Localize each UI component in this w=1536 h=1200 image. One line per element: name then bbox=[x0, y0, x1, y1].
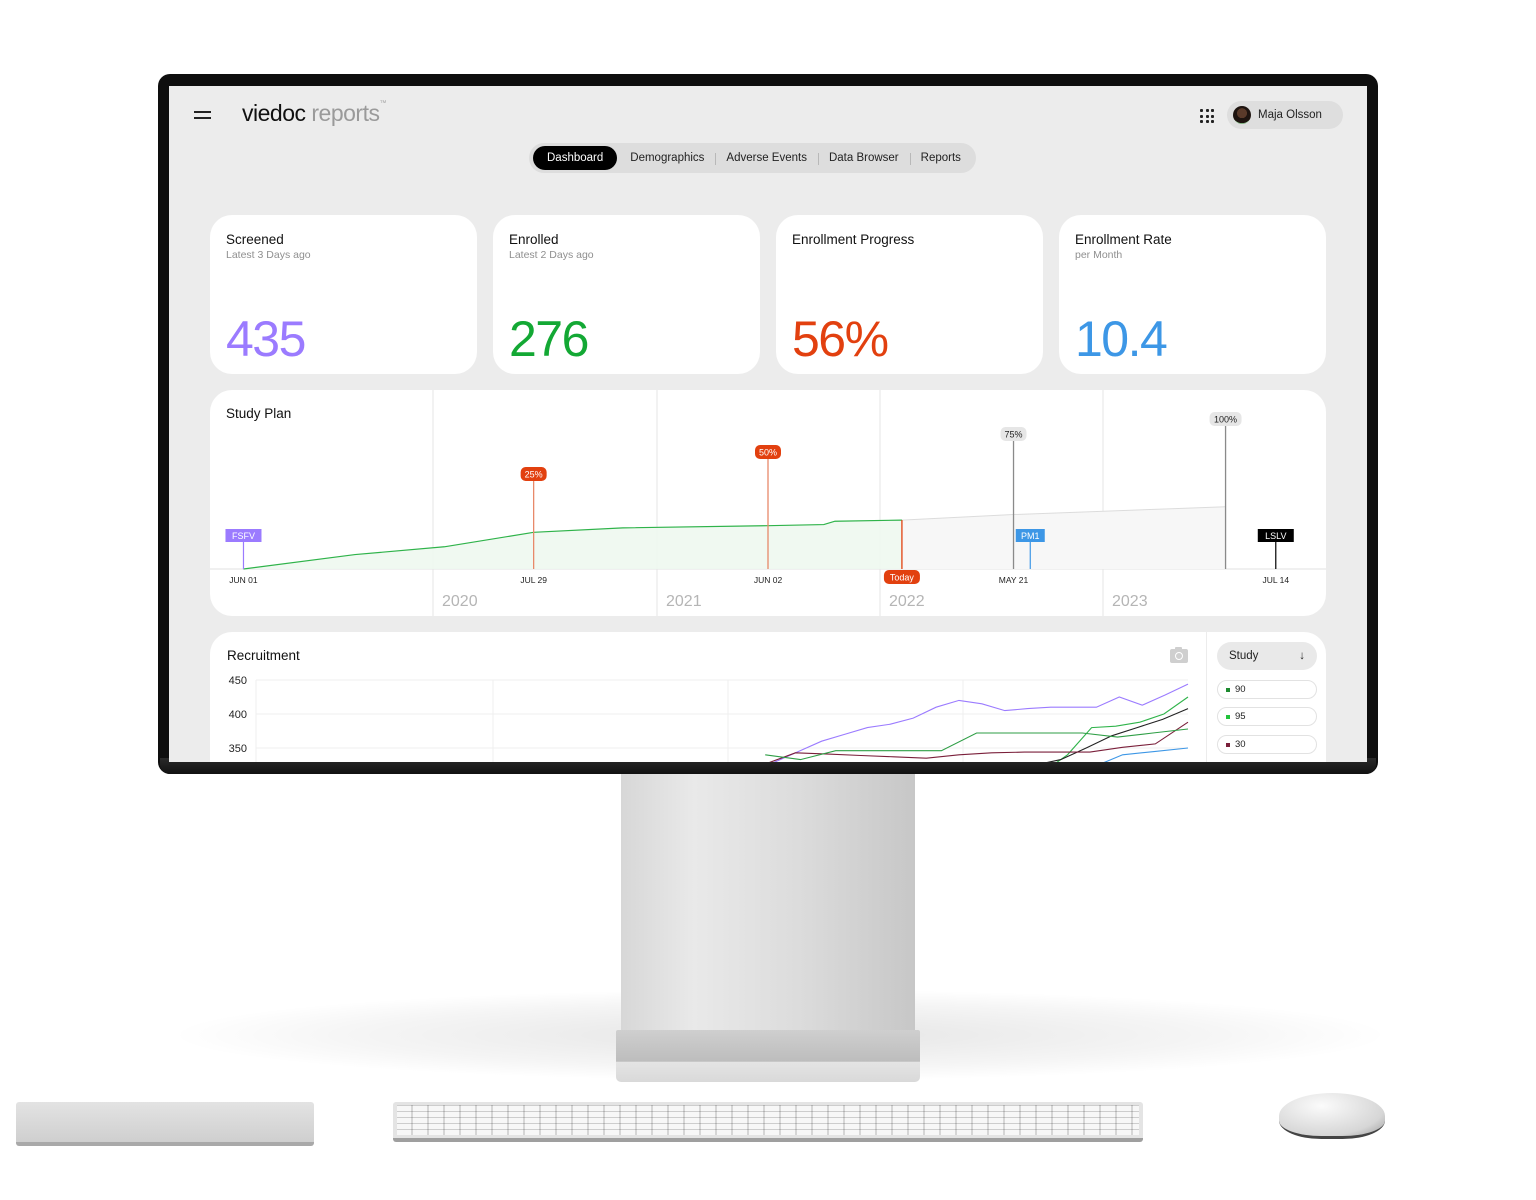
date-tick-label: JUN 01 bbox=[229, 575, 258, 585]
study-sort-button[interactable]: Study ↓ bbox=[1217, 642, 1317, 670]
recruitment-chart: 450 400 350 bbox=[229, 675, 1189, 762]
user-name: Maja Olsson bbox=[1258, 109, 1322, 121]
date-tick-label: JUL 14 bbox=[1262, 575, 1289, 585]
kpi-card-enrollment-progress[interactable]: Enrollment Progress 56% bbox=[776, 215, 1043, 374]
trackpad bbox=[16, 1102, 314, 1146]
date-tick-label: JUL 29 bbox=[520, 575, 547, 585]
legend-label: 90 bbox=[1235, 684, 1246, 695]
milestone-flag-label: FSFV bbox=[232, 531, 255, 541]
grid-apps-icon[interactable] bbox=[1200, 109, 1214, 123]
study-plan-chart: 2020 2021 2022 2023 FSFV 25% 50% Today 75% PM1 100… bbox=[210, 390, 1326, 616]
today-label: Today bbox=[890, 573, 915, 583]
app-screen: viedoc reports™ Maja Olsson Dashboard De… bbox=[169, 86, 1367, 762]
study-plan-card: 2020 2021 2022 2023 FSFV 25% 50% Today 75% PM1 100… bbox=[210, 390, 1326, 616]
kpi-title: Enrollment Progress bbox=[792, 232, 915, 247]
logo-trademark: ™ bbox=[379, 100, 386, 107]
kpi-subtitle: Latest 3 Days ago bbox=[226, 249, 311, 261]
tab-data-browser[interactable]: Data Browser bbox=[817, 152, 910, 165]
tab-adverse-events[interactable]: Adverse Events bbox=[715, 152, 818, 165]
study-sort-label: Study bbox=[1229, 650, 1259, 662]
legend-label: 95 bbox=[1235, 711, 1246, 722]
series-line-black bbox=[1046, 708, 1189, 762]
tab-reports[interactable]: Reports bbox=[909, 152, 972, 165]
recruitment-card: 450 400 350 Recruitment Study ↓ 90 95 30 bbox=[210, 632, 1326, 762]
keyboard bbox=[393, 1102, 1143, 1142]
mouse bbox=[1279, 1093, 1385, 1139]
y-tick-label: 400 bbox=[229, 709, 247, 721]
desktop-scene: viedoc reports™ Maja Olsson Dashboard De… bbox=[0, 0, 1536, 1200]
kpi-title: Enrollment Rate bbox=[1075, 232, 1172, 247]
series-line-30 bbox=[769, 721, 1189, 762]
legend-item[interactable]: 95 bbox=[1217, 707, 1317, 726]
kpi-card-enrolled[interactable]: Enrolled Latest 2 Days ago 276 bbox=[493, 215, 760, 374]
tab-dashboard[interactable]: Dashboard bbox=[533, 146, 618, 170]
recruitment-legend: Study ↓ 90 95 30 bbox=[1206, 632, 1326, 762]
actual-progress-area bbox=[243, 520, 902, 569]
y-tick-label: 350 bbox=[229, 743, 247, 755]
kpi-subtitle: per Month bbox=[1075, 249, 1123, 261]
monitor-stand-base bbox=[616, 1030, 920, 1082]
kpi-title: Screened bbox=[226, 232, 284, 247]
kpi-card-enrollment-rate[interactable]: Enrollment Rate per Month 10.4 bbox=[1059, 215, 1326, 374]
user-menu-button[interactable]: Maja Olsson bbox=[1227, 101, 1343, 129]
legend-swatch bbox=[1226, 742, 1230, 747]
hamburger-menu-icon[interactable] bbox=[194, 108, 212, 122]
app-logo[interactable]: viedoc reports™ bbox=[242, 100, 386, 127]
study-plan-title: Study Plan bbox=[226, 406, 292, 421]
milestone-flag-label: PM1 bbox=[1021, 531, 1040, 541]
recruitment-title: Recruitment bbox=[227, 648, 300, 663]
arrow-down-icon: ↓ bbox=[1299, 650, 1305, 662]
tab-demographics[interactable]: Demographics bbox=[619, 152, 715, 164]
y-tick-label: 450 bbox=[229, 675, 247, 687]
kpi-subtitle: Latest 2 Days ago bbox=[509, 249, 594, 261]
avatar bbox=[1233, 106, 1251, 124]
milestone-badge-label: 50% bbox=[759, 448, 777, 458]
kpi-card-screened[interactable]: Screened Latest 3 Days ago 435 bbox=[210, 215, 477, 374]
year-label: 2020 bbox=[442, 593, 478, 610]
kpi-value: 435 bbox=[226, 311, 306, 367]
kpi-value: 276 bbox=[509, 311, 589, 367]
milestone-badge-label: 25% bbox=[525, 470, 543, 480]
camera-icon[interactable] bbox=[1170, 647, 1188, 663]
legend-swatch bbox=[1226, 687, 1230, 692]
milestone-badge-label: 100% bbox=[1214, 415, 1237, 425]
series-line-purple bbox=[773, 683, 1189, 762]
year-label: 2022 bbox=[889, 593, 925, 610]
date-tick-label: MAY 21 bbox=[999, 575, 1029, 585]
legend-item[interactable]: 30 bbox=[1217, 735, 1317, 754]
milestone-flag-label: LSLV bbox=[1265, 531, 1286, 541]
year-label: 2023 bbox=[1112, 593, 1148, 610]
kpi-title: Enrolled bbox=[509, 232, 559, 247]
legend-label: 30 bbox=[1235, 739, 1246, 750]
legend-item[interactable]: 90 bbox=[1217, 680, 1317, 699]
year-label: 2021 bbox=[666, 593, 702, 610]
date-tick-label: JUN 02 bbox=[754, 575, 783, 585]
milestone-badge-label: 75% bbox=[1005, 430, 1023, 440]
kpi-value: 10.4 bbox=[1075, 311, 1168, 367]
kpi-value: 56% bbox=[792, 311, 889, 367]
logo-product: reports bbox=[311, 100, 380, 126]
main-nav-tabs: Dashboard Demographics Adverse Events Da… bbox=[529, 143, 976, 173]
planned-progress-area bbox=[901, 506, 1226, 569]
logo-brand: viedoc bbox=[242, 100, 306, 126]
monitor-stand bbox=[621, 774, 915, 1036]
legend-swatch bbox=[1226, 714, 1230, 719]
